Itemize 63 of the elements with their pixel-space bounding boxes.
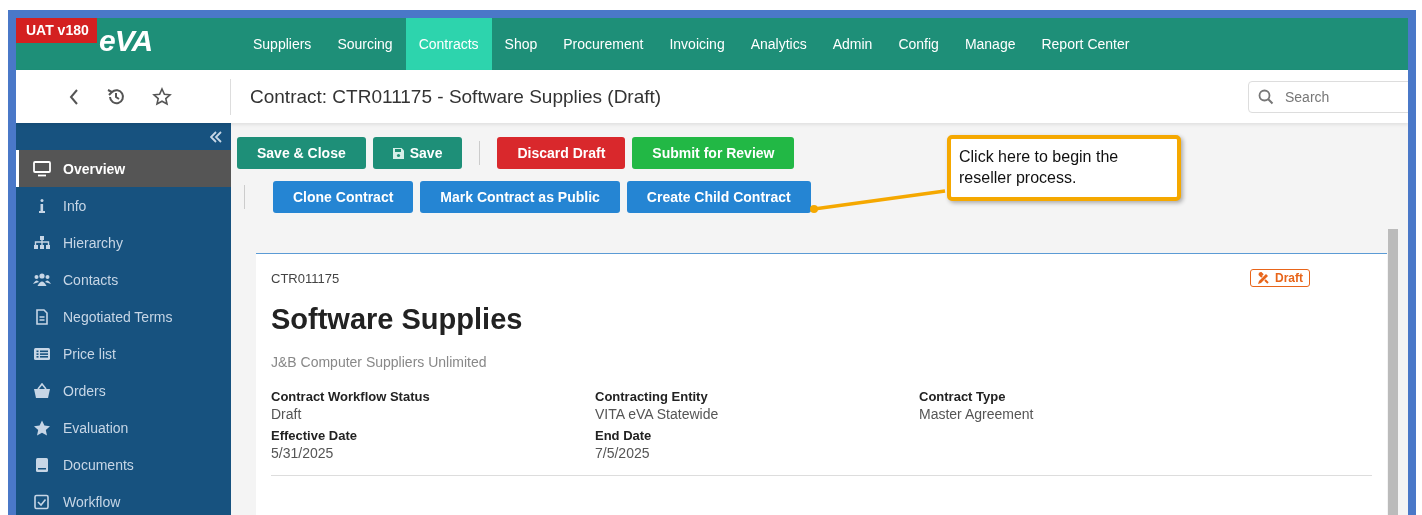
sidebar-item[interactable]: Price list — [16, 335, 231, 372]
field-value: Draft — [271, 406, 303, 422]
nav-tab[interactable]: Manage — [951, 18, 1029, 70]
nav-tab[interactable]: Shop — [491, 18, 551, 70]
nav-tab[interactable]: Procurement — [550, 18, 657, 70]
search-icon — [1258, 88, 1274, 105]
search-field[interactable]: Search — [1248, 80, 1408, 113]
monitor-icon — [33, 160, 51, 177]
contract-id: CTR011175 — [271, 270, 340, 286]
sidebar-item[interactable]: Documents — [16, 446, 231, 483]
contract-title: Software Supplies — [271, 303, 524, 336]
nav-tab[interactable]: Config — [885, 18, 952, 70]
sidebar-item[interactable]: Negotiated Terms — [16, 298, 231, 335]
users-icon — [33, 271, 51, 288]
sidebar-item[interactable]: Evaluation — [16, 409, 231, 446]
star-icon — [33, 419, 51, 436]
toolbar-button[interactable]: Save & Close — [237, 137, 366, 169]
nav-tab[interactable]: Analytics — [737, 18, 820, 70]
nav-tab[interactable]: Sourcing — [324, 18, 406, 70]
toolbar-button[interactable]: Create Child Contract — [626, 181, 811, 213]
check-icon — [33, 493, 51, 510]
callout-note: Click here to begin the reseller process. — [947, 135, 1181, 201]
sidebar-item[interactable]: Orders — [16, 372, 231, 409]
toolbar-button[interactable]: Submit for Review — [632, 137, 795, 169]
page-title: Contract: CTR011175 - Software Supplies (Draft) — [250, 85, 663, 108]
back-icon[interactable] — [68, 87, 80, 106]
field-label: Contract Workflow Status — [271, 389, 431, 404]
toolbar-button[interactable]: Discard Draft — [497, 137, 626, 169]
environment-badge: UAT v180 — [16, 18, 97, 43]
supplier-name: J&B Computer Suppliers Unlimited — [271, 354, 488, 370]
scrollbar[interactable] — [1388, 229, 1398, 515]
field-value: Master Agreement — [919, 406, 1035, 422]
sidebar-item[interactable]: Hierarchy — [16, 224, 231, 261]
pencil-ruler-icon — [1257, 271, 1270, 285]
status-badge: Draft — [1250, 269, 1310, 287]
field-value: 5/31/2025 — [271, 445, 335, 461]
field-label: Contract Type — [919, 389, 1007, 404]
sidebar-item[interactable]: Workflow — [16, 483, 231, 515]
toolbar-button[interactable]: Clone Contract — [273, 181, 414, 213]
sidebar-item[interactable]: Contacts — [16, 261, 231, 298]
list-icon — [33, 345, 51, 362]
save-icon — [392, 147, 404, 159]
nav-tab[interactable]: Report Center — [1028, 18, 1143, 70]
basket-icon — [33, 382, 51, 399]
sitemap-icon — [33, 234, 51, 251]
toolbar-button[interactable]: Save — [372, 137, 463, 169]
nav-tab[interactable]: Suppliers — [240, 18, 325, 70]
history-icon[interactable] — [106, 86, 126, 107]
book-icon — [33, 456, 51, 473]
star-icon[interactable] — [152, 86, 172, 107]
field-value: VITA eVA Statewide — [595, 406, 720, 422]
sidebar-item[interactable]: Info — [16, 187, 231, 224]
field-label: Effective Date — [271, 428, 358, 443]
collapse-icon[interactable] — [210, 130, 222, 143]
field-label: End Date — [595, 428, 653, 443]
toolbar-button[interactable]: Mark Contract as Public — [420, 181, 620, 213]
field-label: Contracting Entity — [595, 389, 709, 404]
file-icon — [33, 308, 51, 325]
field-value: 7/5/2025 — [595, 445, 651, 461]
nav-tab[interactable]: Admin — [819, 18, 886, 70]
nav-tab[interactable]: Invoicing — [656, 18, 738, 70]
logo[interactable]: eVA — [99, 24, 153, 58]
sidebar-item[interactable]: Overview — [16, 150, 231, 187]
